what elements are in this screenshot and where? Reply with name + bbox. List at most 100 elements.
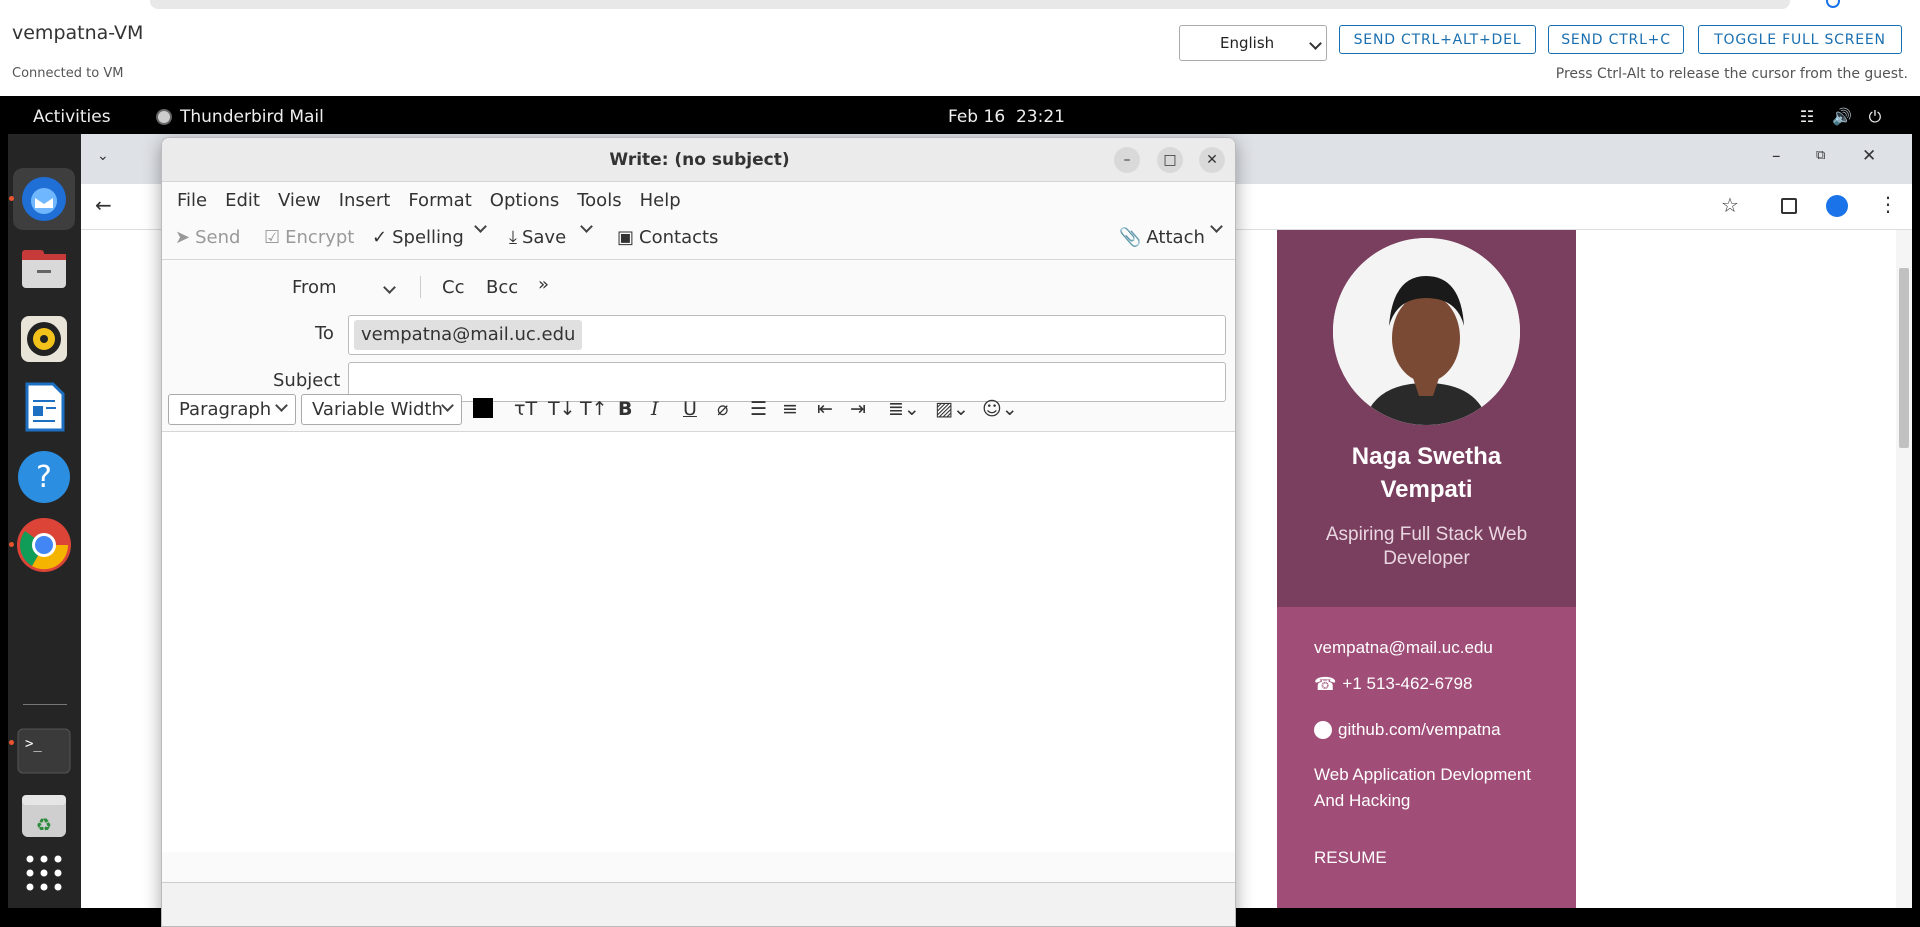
clock[interactable]: Feb 16 23:21 <box>948 107 1065 127</box>
menu-options[interactable]: Options <box>481 190 568 211</box>
dock-help[interactable]: ? <box>13 446 75 508</box>
activities-button[interactable]: Activities <box>33 107 111 127</box>
dock-thunderbird[interactable] <box>13 168 75 230</box>
menu-kebab-icon[interactable]: ⋮ <box>1878 192 1898 216</box>
chevron-down-icon <box>383 281 396 294</box>
clear-formatting-icon[interactable]: ⌀ <box>717 398 728 420</box>
menu-edit[interactable]: Edit <box>216 190 269 211</box>
dock: ? >_ ♻ <box>8 134 81 908</box>
page-scrollbar[interactable] <box>1896 230 1912 908</box>
save-button[interactable]: ⤓ Save <box>509 227 566 248</box>
back-icon[interactable]: ← <box>95 193 112 217</box>
text-color-swatch[interactable] <box>473 398 493 418</box>
compose-close-icon[interactable]: ✕ <box>1199 147 1225 173</box>
dock-show-apps[interactable] <box>13 842 75 904</box>
font-larger-icon[interactable]: T↑ <box>580 398 608 420</box>
system-tray[interactable]: ☷ 🔊 ⏻ <box>1798 108 1884 126</box>
bold-icon[interactable]: B <box>618 398 632 420</box>
to-label: To <box>315 323 334 344</box>
compose-headers: From Cc Bcc » To vempatna@mail.uc.edu Su… <box>162 260 1235 402</box>
italic-icon[interactable]: I <box>651 398 659 420</box>
bullet-list-icon[interactable]: ☰ <box>750 398 767 420</box>
side-panel-icon[interactable] <box>1781 198 1797 214</box>
language-select[interactable]: English <box>1179 25 1327 61</box>
browser-top-strip <box>0 0 1920 18</box>
close-icon[interactable]: ✕ <box>1862 146 1876 166</box>
send-label: Send <box>195 227 241 248</box>
network-icon[interactable]: ☷ <box>1798 108 1816 126</box>
font-smaller-icon[interactable]: T↓ <box>548 398 576 420</box>
menu-view[interactable]: View <box>269 190 330 211</box>
dock-writer[interactable] <box>13 376 75 438</box>
restore-icon[interactable]: ⧉ <box>1816 148 1825 163</box>
send-ctrl-c-button[interactable]: SEND CTRL+C <box>1548 25 1684 54</box>
emoji-icon[interactable]: ☺⌄ <box>982 398 1018 420</box>
cc-button[interactable]: Cc <box>442 277 464 298</box>
thunderbird-icon <box>22 177 66 221</box>
indent-icon[interactable]: ⇥ <box>850 398 866 420</box>
numbered-list-icon[interactable]: ≡ <box>782 398 798 420</box>
contacts-icon: ▣ <box>617 227 635 248</box>
minimize-icon[interactable]: – <box>1772 146 1781 166</box>
insert-image-icon[interactable]: ▨⌄ <box>935 398 969 420</box>
resume-link[interactable]: RESUME <box>1314 845 1387 871</box>
clock-time: 23:21 <box>1015 107 1065 127</box>
profile-card-details: vempatna@mail.uc.edu ☎ +1 513-462-6798 g… <box>1277 607 1576 908</box>
message-body[interactable] <box>162 432 1235 852</box>
vm-status: Connected to VM <box>12 66 124 81</box>
scrollbar-thumb[interactable] <box>1899 268 1909 448</box>
menu-help[interactable]: Help <box>631 190 690 211</box>
menu-file[interactable]: File <box>168 190 216 211</box>
attach-label: Attach <box>1146 227 1205 248</box>
power-icon[interactable]: ⏻ <box>1866 108 1884 126</box>
svg-text:♻: ♻ <box>36 815 52 836</box>
profile-email[interactable]: vempatna@mail.uc.edu <box>1314 635 1493 661</box>
dock-rhythmbox[interactable] <box>13 308 75 370</box>
chevron-down-icon <box>275 399 288 412</box>
spelling-dropdown[interactable] <box>474 220 487 233</box>
tab-search-icon[interactable]: ⌄ <box>97 148 109 164</box>
profile-avatar-icon[interactable] <box>1826 195 1848 217</box>
recipient-pill[interactable]: vempatna@mail.uc.edu <box>354 320 583 350</box>
profile-interest[interactable]: Web Application Devlopment And Hacking <box>1314 762 1544 814</box>
toggle-full-screen-button[interactable]: TOGGLE FULL SCREEN <box>1698 25 1902 54</box>
menu-tools[interactable]: Tools <box>568 190 630 211</box>
menu-format[interactable]: Format <box>399 190 480 211</box>
dock-terminal[interactable]: >_ <box>13 720 75 782</box>
paragraph-select[interactable]: Paragraph <box>168 394 296 425</box>
save-dropdown[interactable] <box>580 220 593 233</box>
dock-trash[interactable]: ♻ <box>13 784 75 846</box>
send-button[interactable]: ➤ Send <box>175 227 240 248</box>
compose-minimize-icon[interactable]: – <box>1114 147 1140 173</box>
attach-button[interactable]: 📎 Attach <box>1119 227 1205 248</box>
compose-maximize-icon[interactable]: □ <box>1157 147 1183 173</box>
align-icon[interactable]: ≣⌄ <box>888 398 920 420</box>
bcc-button[interactable]: Bcc <box>486 277 518 298</box>
more-recipients-icon[interactable]: » <box>538 274 549 295</box>
font-size-reset-icon[interactable]: τT <box>514 398 537 420</box>
attach-dropdown[interactable] <box>1210 220 1223 233</box>
vm-hint: Press Ctrl-Alt to release the cursor fro… <box>1555 66 1908 82</box>
volume-icon[interactable]: 🔊 <box>1832 108 1852 126</box>
encrypt-button[interactable]: ☑ Encrypt <box>264 227 354 248</box>
send-ctrl-alt-del-button[interactable]: SEND CTRL+ALT+DEL <box>1339 25 1536 54</box>
spelling-button[interactable]: ✓ Spelling <box>372 227 464 248</box>
save-label: Save <box>521 227 567 248</box>
menu-insert[interactable]: Insert <box>330 190 400 211</box>
compose-titlebar[interactable]: Write: (no subject) – □ ✕ <box>162 138 1235 182</box>
profile-github-row[interactable]: github.com/vempatna <box>1314 717 1501 743</box>
profile-phone-row[interactable]: ☎ +1 513-462-6798 <box>1314 671 1472 697</box>
terminal-icon: >_ <box>17 728 71 774</box>
font-select[interactable]: Variable Width <box>301 394 462 425</box>
contacts-button[interactable]: ▣ Contacts <box>617 227 718 248</box>
profile-icon[interactable] <box>1826 0 1840 8</box>
dock-files[interactable] <box>13 238 75 300</box>
outdent-icon[interactable]: ⇤ <box>817 398 833 420</box>
app-menu[interactable]: Thunderbird Mail <box>156 107 324 127</box>
from-dropdown[interactable] <box>383 276 396 297</box>
dock-chrome[interactable] <box>13 514 75 576</box>
bookmark-star-icon[interactable]: ☆ <box>1721 193 1739 217</box>
underline-icon[interactable]: U <box>683 398 697 420</box>
to-field[interactable]: vempatna@mail.uc.edu <box>348 315 1226 355</box>
profile-name: Naga Swetha Vempati <box>1277 440 1576 506</box>
